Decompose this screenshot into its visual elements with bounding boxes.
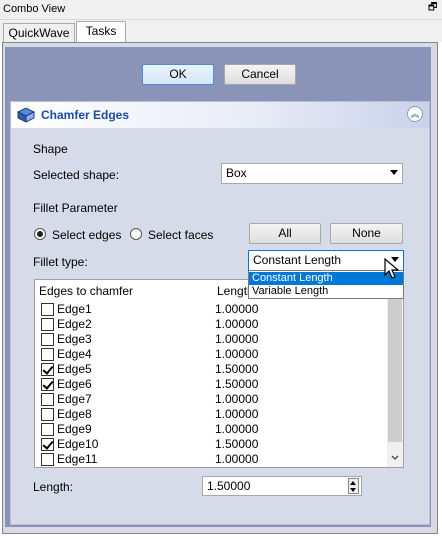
mouse-cursor-icon bbox=[384, 258, 400, 279]
table-row[interactable]: Edge1 1.00000 bbox=[35, 302, 387, 317]
length-value[interactable]: 1.50000 bbox=[207, 479, 250, 493]
edge-length[interactable]: 1.00000 bbox=[215, 317, 258, 332]
none-button[interactable]: None bbox=[330, 223, 403, 244]
select-edges-label[interactable]: Select edges bbox=[52, 228, 121, 242]
table-scrollbar[interactable] bbox=[387, 280, 403, 467]
spin-buttons[interactable] bbox=[348, 478, 359, 494]
edge-name: Edge5 bbox=[57, 362, 92, 376]
edge-checkbox[interactable] bbox=[41, 408, 54, 421]
edge-name: Edge10 bbox=[57, 437, 99, 451]
edge-checkbox[interactable] bbox=[41, 453, 54, 466]
col-header-edges[interactable]: Edges to chamfer bbox=[35, 280, 133, 302]
edge-length[interactable]: 1.50000 bbox=[215, 377, 258, 392]
edges-table: Edges to chamfer Length Edge1 1.00000 Ed… bbox=[34, 279, 404, 468]
select-edges-radio[interactable] bbox=[34, 228, 46, 240]
tab-tasks[interactable]: Tasks bbox=[76, 21, 126, 43]
edge-checkbox[interactable] bbox=[41, 333, 54, 346]
edge-name: Edge1 bbox=[57, 302, 92, 316]
edge-length[interactable]: 1.00000 bbox=[215, 422, 258, 437]
edge-name: Edge9 bbox=[57, 422, 92, 436]
edge-length[interactable]: 1.50000 bbox=[215, 362, 258, 377]
select-faces-radio[interactable] bbox=[130, 228, 142, 240]
edge-checkbox[interactable] bbox=[41, 303, 54, 316]
fillet-type-label: Fillet type: bbox=[33, 255, 88, 269]
table-row[interactable]: Edge6 1.50000 bbox=[35, 377, 387, 392]
undock-icon[interactable]: 🗗 bbox=[428, 3, 438, 13]
selected-shape-combo[interactable]: Box bbox=[221, 163, 403, 184]
edge-checkbox[interactable] bbox=[41, 378, 54, 391]
table-row[interactable]: Edge11 1.00000 bbox=[35, 452, 387, 467]
table-row[interactable]: Edge8 1.00000 bbox=[35, 407, 387, 422]
window-title: Combo View bbox=[3, 3, 66, 15]
edge-checkbox[interactable] bbox=[41, 348, 54, 361]
edge-name: Edge8 bbox=[57, 407, 92, 421]
edge-checkbox[interactable] bbox=[41, 363, 54, 376]
cancel-button[interactable]: Cancel bbox=[224, 64, 296, 85]
shape-section-label: Shape bbox=[33, 142, 68, 156]
option-constant-length[interactable]: Constant Length bbox=[249, 272, 403, 285]
table-row[interactable]: Edge9 1.00000 bbox=[35, 422, 387, 437]
table-row[interactable]: Edge4 1.00000 bbox=[35, 347, 387, 362]
edge-length[interactable]: 1.00000 bbox=[215, 302, 258, 317]
edge-length[interactable]: 1.00000 bbox=[215, 452, 258, 467]
edge-checkbox[interactable] bbox=[41, 393, 54, 406]
chevron-down-icon bbox=[390, 170, 398, 175]
fillet-type-value: Constant Length bbox=[253, 253, 342, 267]
edge-length[interactable]: 1.00000 bbox=[215, 407, 258, 422]
edge-name: Edge3 bbox=[57, 332, 92, 346]
fillet-section-label: Fillet Parameter bbox=[33, 201, 118, 215]
select-faces-label[interactable]: Select faces bbox=[148, 228, 213, 242]
edge-name: Edge4 bbox=[57, 347, 92, 361]
tab-strip: QuickWave Tasks bbox=[0, 20, 442, 43]
table-row[interactable]: Edge10 1.50000 bbox=[35, 437, 387, 452]
edge-checkbox[interactable] bbox=[41, 438, 54, 451]
edge-name: Edge11 bbox=[57, 452, 98, 466]
edge-length[interactable]: 1.00000 bbox=[215, 347, 258, 362]
table-row[interactable]: Edge5 1.50000 bbox=[35, 362, 387, 377]
table-row[interactable]: Edge7 1.00000 bbox=[35, 392, 387, 407]
tab-quickwave[interactable]: QuickWave bbox=[3, 23, 75, 42]
chamfer-icon bbox=[16, 107, 36, 123]
collapse-icon[interactable]: ︽ bbox=[407, 106, 423, 122]
table-row[interactable]: Edge3 1.00000 bbox=[35, 332, 387, 347]
ok-button[interactable]: OK bbox=[142, 64, 214, 85]
spin-up-icon[interactable] bbox=[350, 481, 356, 485]
edge-checkbox[interactable] bbox=[41, 423, 54, 436]
option-variable-length[interactable]: Variable Length bbox=[249, 285, 403, 298]
scroll-down-icon[interactable] bbox=[391, 455, 399, 461]
combo-view-titlebar: Combo View 🗗 bbox=[0, 0, 442, 20]
edge-checkbox[interactable] bbox=[41, 318, 54, 331]
fillet-type-combo[interactable]: Constant Length bbox=[248, 250, 404, 271]
edge-length[interactable]: 1.00000 bbox=[215, 332, 258, 347]
edge-name: Edge7 bbox=[57, 392, 92, 406]
fillet-type-dropdown: Constant Length Variable Length bbox=[248, 270, 404, 299]
radio-dot-icon bbox=[37, 231, 43, 237]
edge-name: Edge6 bbox=[57, 377, 92, 391]
selected-shape-value: Box bbox=[226, 166, 247, 180]
table-row[interactable]: Edge2 1.00000 bbox=[35, 317, 387, 332]
edge-length[interactable]: 1.00000 bbox=[215, 392, 258, 407]
selected-shape-label: Selected shape: bbox=[33, 168, 120, 182]
length-label: Length: bbox=[33, 480, 74, 494]
length-spinbox[interactable]: 1.50000 bbox=[202, 476, 362, 496]
edge-length[interactable]: 1.50000 bbox=[215, 437, 258, 452]
edge-name: Edge2 bbox=[57, 317, 92, 331]
all-button[interactable]: All bbox=[249, 223, 321, 244]
panel-title: Chamfer Edges bbox=[41, 108, 130, 122]
scrollbar-thumb[interactable] bbox=[388, 282, 402, 442]
spin-down-icon[interactable] bbox=[350, 488, 356, 492]
